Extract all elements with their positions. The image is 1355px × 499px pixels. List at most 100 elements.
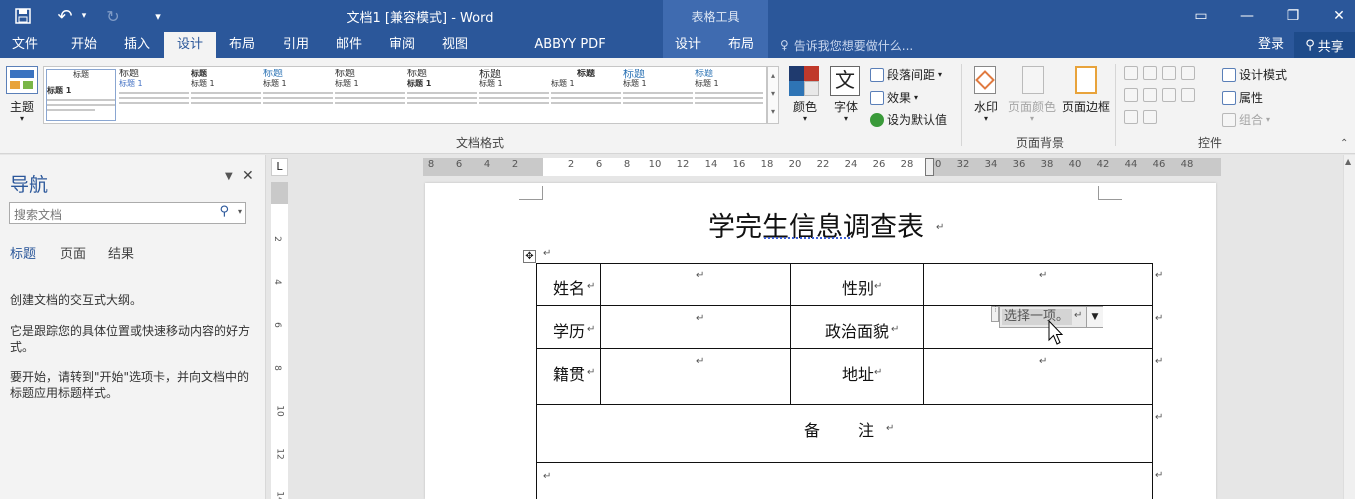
tab-layout[interactable]: 布局 (218, 32, 266, 58)
scroll-up-icon[interactable]: ▲ (1345, 157, 1351, 166)
paragraph-mark: ↵ (1155, 412, 1164, 423)
vruler-tick-label: 12 (274, 448, 285, 460)
undo-dropdown-icon[interactable]: ▾ (78, 0, 90, 32)
navigation-pane: 导航 ▼ ✕ 搜索文档 ⚲ ▾ 标题 页面 结果 创建文档的交互式大纲。 它是跟… (0, 155, 266, 499)
style-set-item[interactable]: 标题 标题 1 (263, 69, 333, 121)
ruler-tick-label: 28 (900, 159, 914, 170)
restore-icon[interactable]: ❐ (1278, 0, 1308, 32)
picture-control-icon (1162, 66, 1176, 80)
style-set-item[interactable]: 标题 标题 1 (46, 69, 116, 121)
paragraph-mark: ↵ (1155, 356, 1164, 367)
undo-icon[interactable]: ↶ (52, 0, 78, 32)
style-set-item[interactable]: 标题 标题 1 (335, 69, 405, 121)
cell-political-label[interactable]: 政治面貌 (825, 318, 889, 342)
tab-headings[interactable]: 标题 (10, 243, 36, 262)
paragraph-mark: ↵ (936, 222, 945, 233)
horizontal-ruler[interactable]: 8 6 4 2 2 6 8 10 12 14 16 18 20 22 24 26 28 30 32 34 36 38 40 4… (423, 158, 1221, 176)
group-icon (1222, 112, 1236, 127)
content-control-handle[interactable]: ⋮ (991, 306, 999, 322)
ruler-tick-label: 40 (1068, 159, 1082, 170)
style-set-item[interactable]: 标题 标题 1 (551, 69, 621, 121)
style-set-item[interactable]: 标题 标题 1 (191, 69, 261, 121)
vertical-ruler[interactable]: 2 4 6 8 10 12 14 (271, 182, 288, 499)
design-mode-button[interactable]: 设计模式 (1222, 66, 1287, 83)
dropdown-control-icon (1162, 88, 1176, 102)
tab-insert[interactable]: 插入 (112, 32, 162, 58)
fonts-button[interactable]: 文 字体 ▾ (828, 64, 864, 130)
margin-mark (1098, 186, 1122, 200)
colors-button[interactable]: 颜色 ▾ (788, 64, 822, 130)
group-button: 组合 ▾ (1222, 111, 1270, 128)
tab-review[interactable]: 审阅 (377, 32, 427, 58)
nav-close-icon[interactable]: ✕ (242, 168, 254, 184)
tab-references[interactable]: 引用 (270, 32, 322, 58)
indent-marker-icon[interactable] (925, 158, 934, 176)
cell-hometown-label[interactable]: 籍贯 (553, 361, 585, 385)
watermark-button[interactable]: 水印 ▾ (966, 64, 1006, 130)
cell-gender-label[interactable]: 性别 (842, 275, 874, 299)
style-set-item[interactable]: 标题 标题 1 (119, 69, 189, 121)
collapse-ribbon-icon[interactable]: ⌃ (1340, 138, 1348, 149)
ruler-tick-label: 32 (956, 159, 970, 170)
cell-education-label[interactable]: 学历 (553, 318, 585, 342)
plain-text-control-icon (1143, 66, 1157, 80)
properties-button[interactable]: 属性 (1222, 89, 1263, 106)
dropdown-arrow-icon[interactable]: ▼ (1086, 307, 1103, 327)
tab-home[interactable]: 开始 (58, 32, 110, 58)
ruler-tick-label: 10 (648, 159, 662, 170)
cell-address-label[interactable]: 地址 (842, 361, 874, 385)
page-borders-button[interactable]: 页面边框 (1060, 64, 1112, 130)
search-input[interactable]: 搜索文档 ⚲ ▾ (9, 202, 246, 224)
theme-icon (6, 66, 38, 94)
search-dropdown-icon[interactable]: ▾ (238, 207, 242, 216)
close-icon[interactable]: ✕ (1324, 0, 1354, 32)
paragraph-mark: ↵ (696, 356, 705, 367)
tab-mailings[interactable]: 邮件 (324, 32, 374, 58)
vertical-scrollbar[interactable]: ▲ (1343, 155, 1355, 499)
ruler-tick-label: 24 (844, 159, 858, 170)
tab-results[interactable]: 结果 (108, 243, 134, 262)
login-link[interactable]: 登录 (1252, 32, 1290, 58)
paragraph-mark: ↵ (874, 367, 883, 378)
ruler-tick-label: 8 (427, 159, 435, 170)
search-icon[interactable]: ⚲ (219, 204, 229, 219)
minimize-icon[interactable]: — (1232, 0, 1262, 32)
style-set-item[interactable]: 标题 标题 1 (407, 69, 477, 121)
tell-me-box[interactable]: ♀ 告诉我您想要做什么... (780, 32, 913, 58)
effects-button[interactable]: 效果 ▾ (870, 89, 918, 106)
share-button[interactable]: ⚲ 共享 (1294, 32, 1355, 58)
tab-file[interactable]: 文件 (0, 32, 50, 58)
set-default-button[interactable]: 设为默认值 (870, 111, 947, 128)
style-set-item[interactable]: 标题 标题 1 (479, 69, 549, 121)
customize-qat-icon[interactable]: ▾ (150, 0, 166, 32)
style-set-item[interactable]: 标题 标题 1 (623, 69, 693, 121)
paragraph-spacing-button[interactable]: 段落间距 ▾ (870, 66, 942, 83)
date-picker-control-icon (1181, 88, 1195, 102)
cell-remarks-label[interactable]: 备 注 (804, 417, 876, 441)
ribbon-display-options-icon[interactable]: ▭ (1186, 0, 1216, 32)
ruler-tick-label: 44 (1124, 159, 1138, 170)
ruler-tick-label: 20 (788, 159, 802, 170)
tab-pages[interactable]: 页面 (60, 243, 86, 262)
save-icon[interactable] (8, 0, 38, 32)
tab-abbyy[interactable]: ABBYY PDF Transformer+ (490, 32, 650, 78)
themes-button[interactable]: 主题 ▾ (4, 64, 40, 130)
tab-selector[interactable]: L (271, 158, 288, 176)
page-borders-icon (1075, 66, 1097, 94)
table-move-handle-icon[interactable]: ✥ (523, 250, 536, 263)
person-icon: ⚲ (1305, 37, 1315, 53)
properties-icon (1222, 90, 1236, 105)
tab-view[interactable]: 视图 (430, 32, 480, 58)
ruler-tick-label: 36 (1012, 159, 1026, 170)
tab-table-design[interactable]: 设计 (663, 32, 713, 58)
gallery-scroll[interactable]: ▴ ▾ ▾ (767, 66, 779, 124)
page-color-label: 页面颜色 (1007, 100, 1056, 114)
tab-table-layout[interactable]: 布局 (716, 32, 766, 58)
paragraph-mark: ↵ (1039, 356, 1048, 367)
nav-options-icon[interactable]: ▼ (225, 171, 233, 182)
cell-name-label[interactable]: 姓名 (553, 275, 585, 299)
style-set-item[interactable]: 标题 标题 1 (695, 69, 763, 121)
style-set-gallery[interactable]: 标题 标题 1 标题 标题 1 标题 标题 1 标题 标题 1 标题 标题 1 … (43, 66, 767, 124)
watermark-icon (974, 66, 996, 94)
tab-design[interactable]: 设计 (164, 32, 216, 58)
